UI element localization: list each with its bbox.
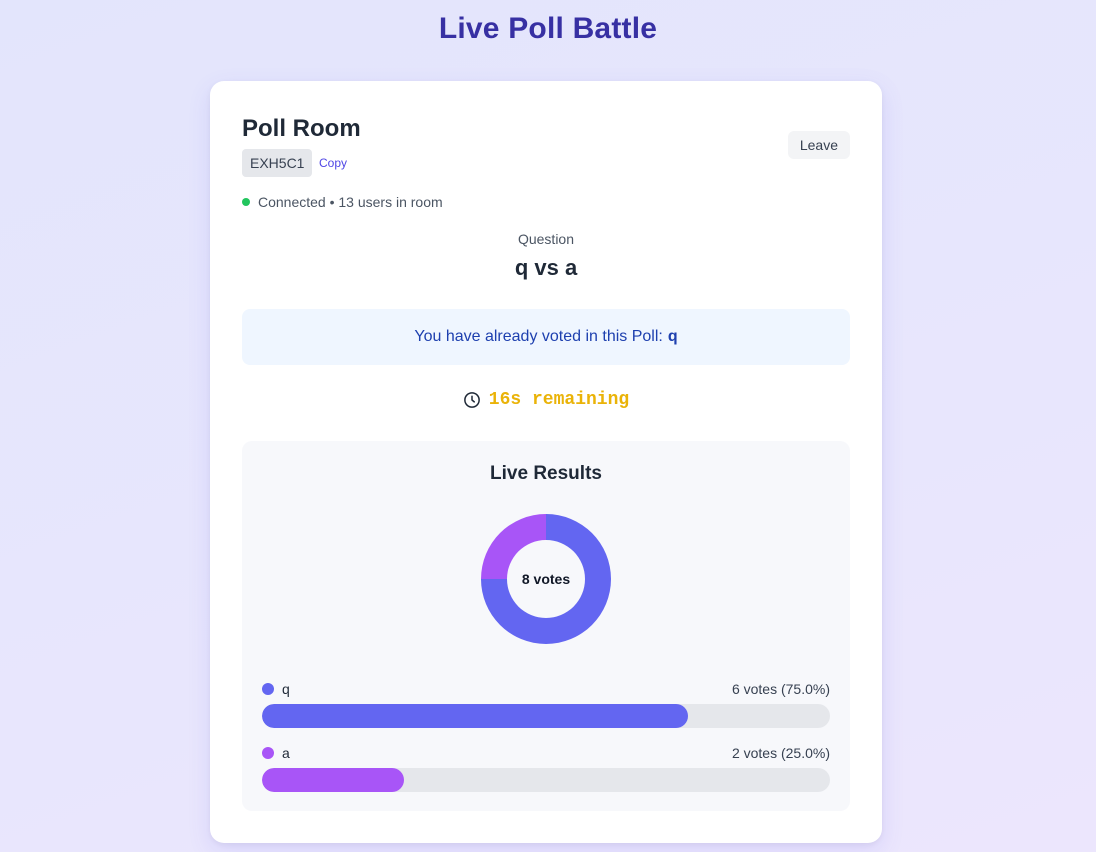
option-color-dot: [262, 747, 274, 759]
connection-status: Connected • 13 users in room: [242, 194, 443, 210]
option-vote-count: 6 votes (75.0%): [731, 681, 830, 697]
room-title: Poll Room: [242, 115, 361, 142]
clock-icon: [463, 392, 480, 408]
live-results-panel: Live Results 8 votes q 6 votes (75.0%) a…: [242, 441, 850, 811]
poll-room-card: Poll Room EXH5C1 Copy Leave Connected • …: [210, 81, 882, 843]
total-votes-label: 8 votes: [521, 571, 571, 587]
voted-notice-text: You have already voted in this Poll:: [414, 328, 663, 345]
connected-status-icon: [242, 198, 250, 206]
voted-choice: q: [667, 328, 678, 345]
option-row-q: q 6 votes (75.0%): [262, 680, 830, 740]
option-progress-fill: [262, 768, 404, 792]
app-title: Live Poll Battle: [438, 12, 658, 45]
question-text: q vs a: [514, 255, 578, 280]
option-progress-fill: [262, 704, 688, 728]
option-progress-track: [262, 704, 830, 728]
leave-button[interactable]: Leave: [787, 131, 850, 159]
already-voted-banner: You have already voted in this Poll: q: [242, 309, 850, 365]
option-color-dot: [262, 683, 274, 695]
votes-donut-chart: 8 votes: [481, 514, 611, 644]
room-code-badge: EXH5C1: [242, 149, 313, 177]
option-progress-track: [262, 768, 830, 792]
option-label: a: [282, 745, 290, 761]
option-vote-count: 2 votes (25.0%): [731, 745, 830, 761]
question-label: Question: [517, 231, 575, 247]
option-label: q: [282, 681, 290, 697]
results-title: Live Results: [490, 463, 602, 484]
timer-text: 16s remaining: [488, 390, 630, 410]
countdown-timer: 16s remaining: [210, 390, 882, 410]
option-row-a: a 2 votes (25.0%): [262, 744, 830, 804]
copy-code-button[interactable]: Copy: [319, 156, 347, 170]
status-text: Connected • 13 users in room: [258, 194, 443, 210]
